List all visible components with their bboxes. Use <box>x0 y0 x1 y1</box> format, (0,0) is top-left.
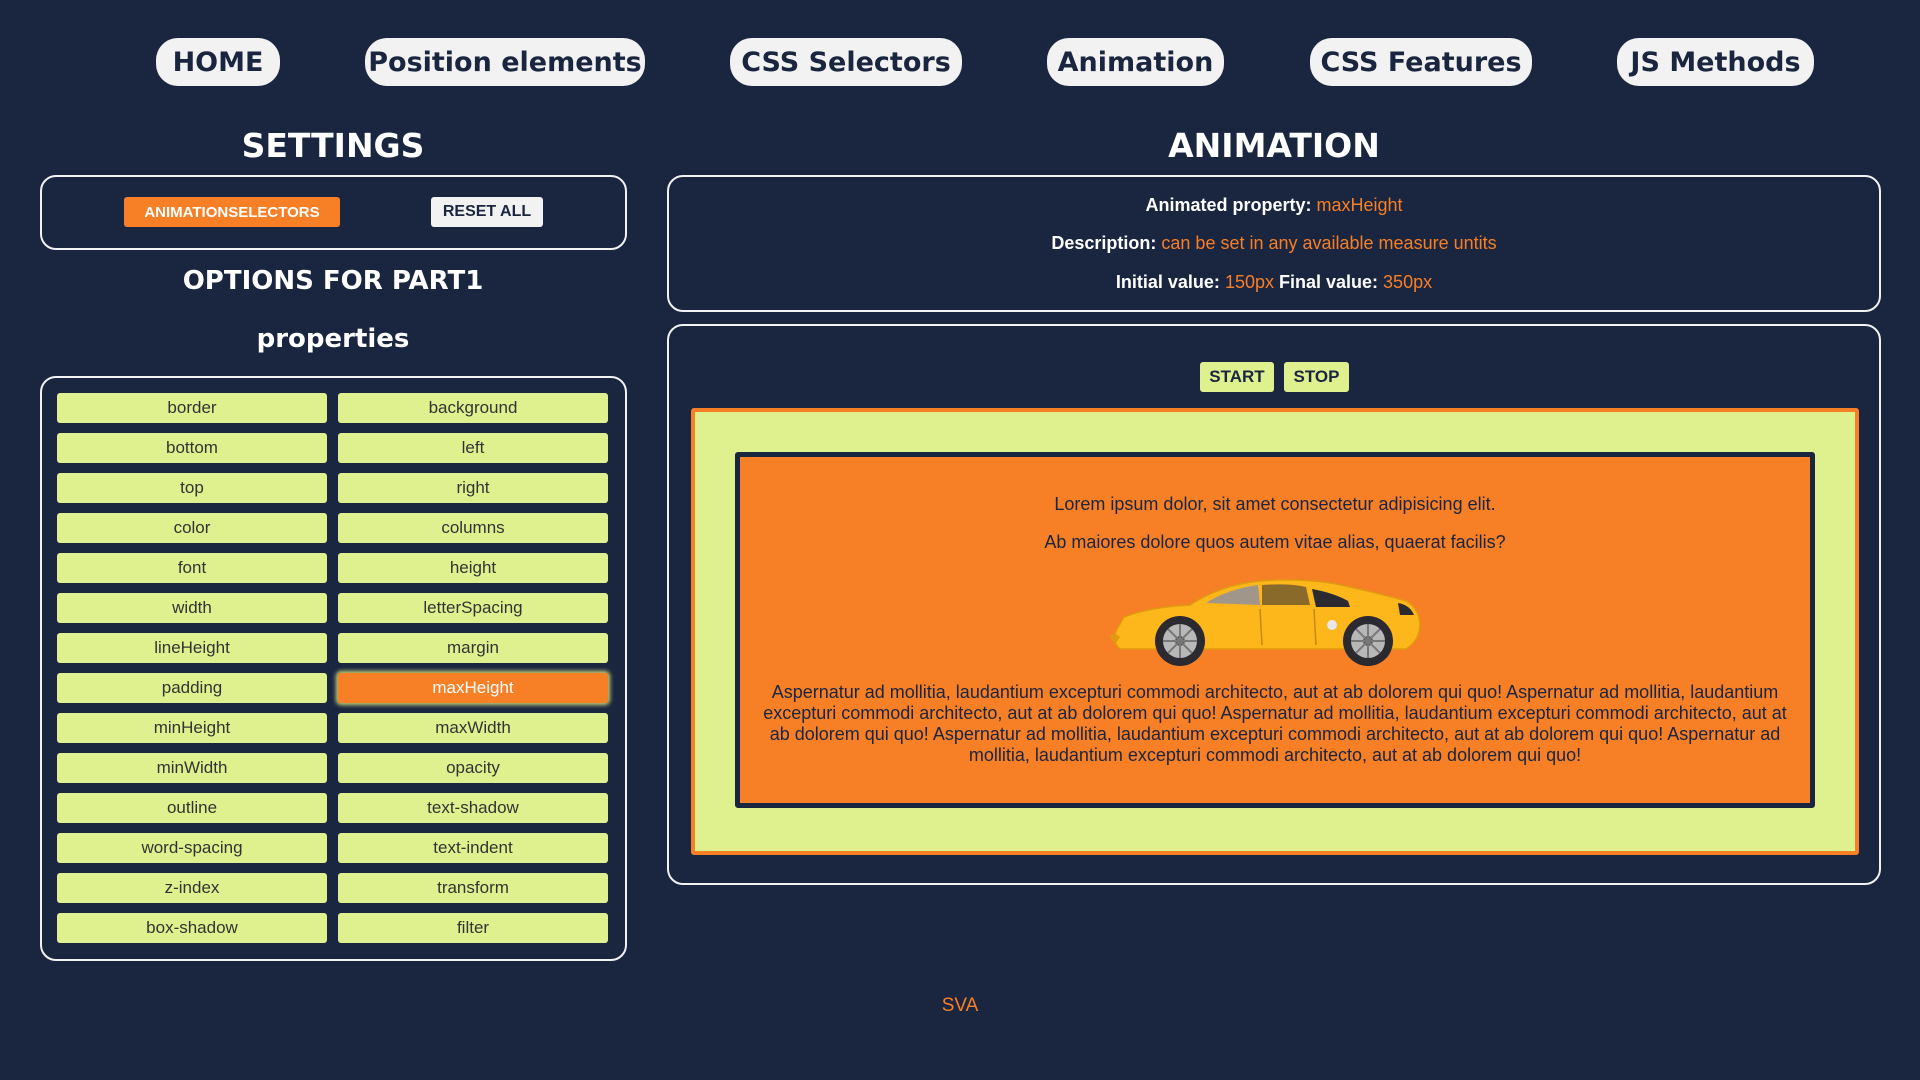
nav-css-selectors-button[interactable]: CSS Selectors <box>730 38 962 86</box>
property-button-bottom[interactable]: bottom <box>57 433 327 463</box>
nav-animation-button[interactable]: Animation <box>1047 38 1224 86</box>
nav-home-button[interactable]: HOME <box>156 38 280 86</box>
properties-title: properties <box>256 324 410 354</box>
property-button-width[interactable]: width <box>57 593 327 623</box>
property-button-height[interactable]: height <box>338 553 608 583</box>
property-button-text-indent[interactable]: text-indent <box>338 833 608 863</box>
options-title: OPTIONS FOR PART1 <box>182 266 484 296</box>
nav-css-features-button[interactable]: CSS Features <box>1310 38 1532 86</box>
settings-toolbar: ANIMATIONSELECTORS RESET ALL <box>40 175 627 250</box>
description-label: Description: <box>1051 233 1157 253</box>
property-button-left[interactable]: left <box>338 433 608 463</box>
stop-button[interactable]: STOP <box>1284 362 1349 392</box>
property-button-background[interactable]: background <box>338 393 608 423</box>
final-value-label: Final value: <box>1279 272 1379 292</box>
property-button-opacity[interactable]: opacity <box>338 753 608 783</box>
stage-paragraph: Aspernatur ad mollitia, laudantium excep… <box>763 682 1787 765</box>
settings-title: SETTINGS <box>241 126 425 165</box>
initial-value: 150px <box>1224 272 1274 292</box>
property-button-margin[interactable]: margin <box>338 633 608 663</box>
property-button-color[interactable]: color <box>57 513 327 543</box>
animation-info-panel: Animated property: maxHeight Description… <box>667 175 1881 312</box>
property-button-letterspacing[interactable]: letterSpacing <box>338 593 608 623</box>
animated-container: Lorem ipsum dolor, sit amet consectetur … <box>691 408 1859 855</box>
start-button[interactable]: START <box>1200 362 1274 392</box>
stage-line-2: Ab maiores dolore quos autem vitae alias… <box>1044 532 1506 552</box>
property-button-padding[interactable]: padding <box>57 673 327 703</box>
property-button-text-shadow[interactable]: text-shadow <box>338 793 608 823</box>
property-button-minwidth[interactable]: minWidth <box>57 753 327 783</box>
animation-selectors-button[interactable]: ANIMATIONSELECTORS <box>124 197 340 227</box>
car-icon <box>1110 579 1421 666</box>
stage-line-1: Lorem ipsum dolor, sit amet consectetur … <box>1054 494 1496 514</box>
initial-value-label: Initial value: <box>1115 272 1220 292</box>
nav-js-methods-button[interactable]: JS Methods <box>1617 38 1814 86</box>
property-button-top[interactable]: top <box>57 473 327 503</box>
properties-panel: border background bottom left top right color c… <box>40 376 627 961</box>
reset-all-button[interactable]: RESET ALL <box>431 197 543 227</box>
final-value: 350px <box>1383 272 1433 292</box>
description-line: Description: can be set in any available… <box>669 233 1879 254</box>
animated-property-value: maxHeight <box>1316 195 1403 215</box>
values-line: Initial value: 150px Final value: 350px <box>669 272 1879 293</box>
nav-position-elements-button[interactable]: Position elements <box>365 38 645 86</box>
property-button-minheight[interactable]: minHeight <box>57 713 327 743</box>
property-button-z-index[interactable]: z-index <box>57 873 327 903</box>
footer-text: SVA <box>941 995 979 1016</box>
animated-property-line: Animated property: maxHeight <box>669 195 1879 216</box>
property-button-right[interactable]: right <box>338 473 608 503</box>
property-button-lineheight[interactable]: lineHeight <box>57 633 327 663</box>
animated-property-label: Animated property: <box>1145 195 1312 215</box>
description-value: can be set in any available measure unti… <box>1161 233 1497 253</box>
property-button-transform[interactable]: transform <box>338 873 608 903</box>
property-button-maxwidth[interactable]: maxWidth <box>338 713 608 743</box>
property-button-box-shadow[interactable]: box-shadow <box>57 913 327 943</box>
property-button-filter[interactable]: filter <box>338 913 608 943</box>
property-button-word-spacing[interactable]: word-spacing <box>57 833 327 863</box>
property-button-columns[interactable]: columns <box>338 513 608 543</box>
property-button-maxheight[interactable]: maxHeight <box>338 673 608 703</box>
property-button-border[interactable]: border <box>57 393 327 423</box>
animated-element: Lorem ipsum dolor, sit amet consectetur … <box>735 452 1815 808</box>
property-button-outline[interactable]: outline <box>57 793 327 823</box>
top-nav: HOME Position elements CSS Selectors Ani… <box>0 38 1920 86</box>
property-button-font[interactable]: font <box>57 553 327 583</box>
animation-stage-panel: START STOP Lorem ipsum dolor, sit amet c… <box>667 324 1881 885</box>
animation-title: ANIMATION <box>1168 126 1380 165</box>
